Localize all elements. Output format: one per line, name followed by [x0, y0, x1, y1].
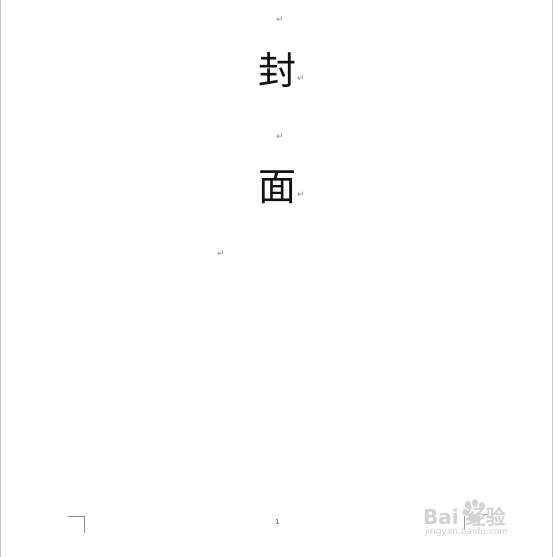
watermark-url: jingyan.baidu.com — [425, 527, 509, 537]
paragraph-mark: ↵ — [297, 190, 305, 200]
footer-page-number: 1 — [275, 518, 280, 526]
baidu-jingyan-watermark: Bai 经验 jingyan.baidu.com — [423, 497, 523, 541]
page-left-edge — [0, 0, 1, 557]
paragraph-mark: ↵ — [297, 74, 305, 84]
watermark-text: Bai 经验 — [423, 505, 506, 529]
document-page: ↵ 封 ↵ ↵ 面 ↵ ↵ 1 Bai 经验 jingyan.baidu.com — [0, 0, 553, 557]
paragraph-mark: ↵ — [276, 15, 284, 25]
paragraph-mark: ↵ — [217, 249, 225, 259]
margin-corner-mark — [68, 516, 85, 533]
paragraph-mark: ↵ — [276, 132, 284, 142]
title-char-mian[interactable]: 面 — [258, 168, 296, 206]
title-char-feng[interactable]: 封 — [258, 52, 296, 90]
